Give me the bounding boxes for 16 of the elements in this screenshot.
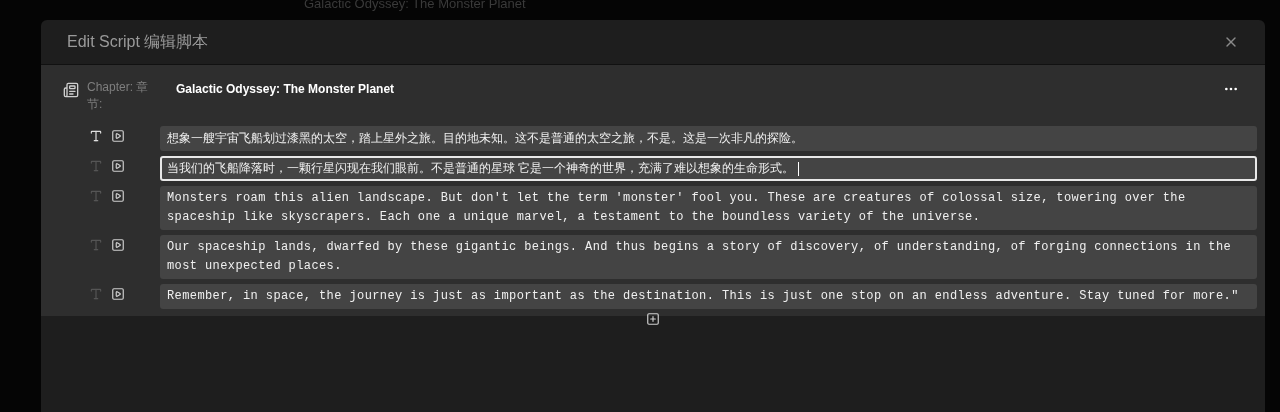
script-line-field[interactable]: Remember, in space, the journey is just as important as the destination. This is just one stop on an endless adventure. Stay tuned for more." (160, 284, 1257, 309)
dialog-title: Edit Script 编辑脚本 (67, 32, 209, 52)
play-button[interactable] (111, 238, 125, 252)
play-button[interactable] (111, 159, 125, 173)
script-line-field[interactable]: 当我们的飞船降落时，一颗行星闪现在我们眼前。不是普通的星球 它是一个神奇的世界，充满了难以想象的生命形式。 (160, 156, 1257, 181)
text-style-button[interactable] (89, 129, 103, 143)
play-button[interactable] (111, 129, 125, 143)
chapter-title: Galactic Odyssey: The Monster Planet (176, 81, 396, 98)
play-button[interactable] (111, 287, 125, 301)
chapter-label: Chapter: 章节: (87, 79, 150, 113)
script-line-field[interactable]: Monsters roam this alien landscape. But don't let the term 'monster' fool you. These are creatures of colossal size, towering over the spaceship like skyscrapers. Each one a unique marvel, a testament to the boundless variety of the universe. (160, 186, 1257, 230)
script-line-field[interactable]: 想象一艘宇宙飞船划过漆黑的太空，踏上星外之旅。目的地未知。这不是普通的太空之旅，不是。这是一次非凡的探险。 (160, 126, 1257, 151)
chapter-icon (63, 82, 79, 98)
script-line-field[interactable]: Our spaceship lands, dwarfed by these gigantic beings. And thus begins a story of discovery, of understanding, of forging connections in the most unexpected places. (160, 235, 1257, 279)
play-button[interactable] (111, 189, 125, 203)
add-line-button[interactable] (646, 312, 660, 326)
